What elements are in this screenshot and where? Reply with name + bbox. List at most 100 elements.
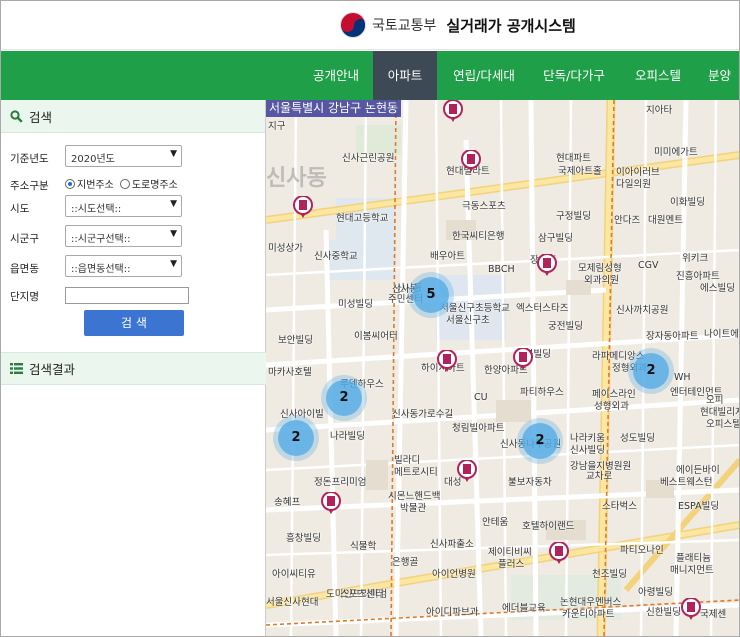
- top-header: 국토교통부 실거래가 공개시스템: [0, 0, 740, 50]
- search-form: 기준년도 2020년도 ▼ 주소구분 지번주소 도로명주소 시도::시도선택:…: [0, 133, 265, 313]
- map-poi-label: CGV: [638, 260, 659, 271]
- map-poi-label: 스포츠센터: [340, 589, 384, 600]
- nav-item-presale[interactable]: 분양: [700, 51, 740, 100]
- apartment-marker-icon[interactable]: [548, 542, 570, 564]
- nav-item-officetel[interactable]: 오피스텔: [620, 51, 696, 100]
- map-poi-label: 정돈프리미엄: [314, 477, 367, 488]
- address-type-radios: 지번주소 도로명주소: [65, 176, 178, 191]
- nav-item-detached[interactable]: 단독/다가구: [530, 51, 618, 100]
- apartment-marker-icon[interactable]: [536, 254, 558, 276]
- map-poi-label: 성도빌딩: [620, 433, 655, 444]
- map-poi-label: 외과의원: [584, 275, 619, 286]
- radio-unchecked-icon: [119, 178, 130, 189]
- chevron-down-icon: ▼: [170, 149, 177, 159]
- district-select[interactable]: ::시군구선택:: ▼: [65, 225, 182, 247]
- chevron-down-icon: ▼: [170, 229, 177, 239]
- map-poi-label: 지아타: [646, 105, 673, 116]
- apartment-marker-icon[interactable]: [460, 150, 482, 172]
- town-select[interactable]: ::읍면동선택:: ▼: [65, 255, 182, 277]
- map-poi-label: 장자동아파트: [646, 331, 699, 342]
- apartment-marker-icon[interactable]: [456, 460, 478, 482]
- transaction-cluster[interactable]: 5: [413, 277, 449, 313]
- map-poi-label: 미미에가트: [654, 147, 698, 158]
- map-poi-label: 에더블교육: [502, 603, 546, 614]
- search-button[interactable]: 검 색: [84, 310, 184, 336]
- map-poi-label: 매니지먼트: [670, 565, 714, 576]
- map-poi-label: 신사파출소: [430, 539, 474, 550]
- city-select-value: ::시도선택::: [71, 204, 122, 215]
- map-poi-label: 에스빌딩: [700, 283, 735, 294]
- map-poi-label: 신사중학교: [314, 251, 358, 262]
- apartment-marker-icon[interactable]: [292, 196, 314, 218]
- complex-name-input[interactable]: [65, 287, 189, 304]
- map-poi-label: 한국씨티은행: [452, 231, 505, 242]
- nav-item-guide[interactable]: 공개안내: [302, 51, 370, 100]
- map-poi-label: 안다즈: [614, 215, 641, 226]
- year-select-value: 2020년도: [71, 154, 115, 165]
- map-poi-label: 아이디파브과: [426, 607, 479, 618]
- year-select[interactable]: 2020년도 ▼: [65, 145, 182, 167]
- search-panel-title: 검색: [29, 109, 53, 125]
- map-poi-label: WH: [674, 372, 691, 383]
- nav-item-multiplex[interactable]: 연립/다세대: [440, 51, 528, 100]
- map-poi-label: 안테움: [482, 517, 509, 528]
- map-poi-label: 아이언병원: [432, 569, 476, 580]
- transaction-cluster[interactable]: 2: [522, 423, 558, 459]
- magnifier-icon: [10, 109, 23, 123]
- map-poi-label: 아이씨티유: [272, 569, 316, 580]
- complex-row: 단지명: [0, 283, 265, 313]
- address-type-row: 주소구분 지번주소 도로명주소: [0, 173, 265, 193]
- map-poi-label: 파티하우스: [520, 387, 564, 398]
- map-poi-label: 국제센: [700, 609, 727, 620]
- apartment-marker-icon[interactable]: [320, 492, 342, 514]
- map-poi-label: 배우아트: [430, 251, 465, 262]
- radio-jibun[interactable]: 지번주소: [65, 176, 114, 191]
- transaction-cluster[interactable]: 2: [326, 380, 362, 416]
- map-poi-label: BBCH: [488, 264, 515, 275]
- map-poi-label: 극동스포츠: [462, 201, 506, 212]
- system-name: 실거래가 공개시스템: [446, 16, 576, 35]
- apartment-marker-icon[interactable]: [680, 598, 702, 620]
- map-poi-label: 현대고등학교: [336, 213, 389, 224]
- district-label: 시군구: [10, 233, 39, 245]
- map-poi-label: 플러스: [498, 559, 525, 570]
- map-poi-label: 구정빌딩: [556, 211, 591, 222]
- map-poi-label: 오피스텔: [706, 419, 740, 430]
- map-poi-label: 미성빌딩: [338, 299, 373, 310]
- map-poi-label: 미성상가: [268, 243, 303, 254]
- map-poi-label: 베스트웨스턴: [660, 477, 713, 488]
- map-poi-label: 박물관: [400, 503, 427, 514]
- town-row: 읍면동 ::읍면동선택:: ▼: [0, 253, 265, 283]
- map-poi-label: 삼구빌딩: [538, 233, 573, 244]
- apartment-marker-icon[interactable]: [442, 100, 464, 122]
- nav-item-apartment[interactable]: 아파트: [373, 51, 437, 100]
- map-poi-label: 식물학: [350, 541, 377, 552]
- apartment-marker-icon[interactable]: [512, 348, 534, 370]
- transaction-cluster[interactable]: 2: [633, 353, 669, 389]
- ministry-name: 국토교통부: [372, 18, 437, 34]
- results-panel-header: 검색결과: [0, 352, 266, 385]
- search-sidebar: 검색 기준년도 2020년도 ▼ 주소구분 지번주소 도로명주소 시도::시도…: [0, 100, 266, 637]
- ministry-logo[interactable]: 국토교통부 실거래가 공개시스템: [340, 10, 576, 40]
- map-poi-label: 아령빌딩: [638, 587, 673, 598]
- map-poi-label: 이봄씨어터: [354, 331, 398, 342]
- radio-checked-icon: [65, 178, 75, 189]
- search-panel-header: 검색: [0, 100, 265, 133]
- transaction-cluster[interactable]: 2: [278, 420, 314, 456]
- radio-road[interactable]: 도로명주소: [119, 176, 178, 191]
- map-poi-label: 흥창빌딩: [286, 533, 321, 544]
- district-select-value: ::시군구선택::: [71, 234, 131, 245]
- map-poi-label: 지구: [268, 121, 286, 132]
- district-watermark: 신사동: [266, 166, 327, 191]
- map-poi-label: 신사근린공원: [342, 153, 395, 164]
- city-select[interactable]: ::시도선택:: ▼: [65, 195, 182, 217]
- district-row: 시군구 ::시군구선택:: ▼: [0, 223, 265, 253]
- map-poi-label: 성형외과: [594, 401, 629, 412]
- map-poi-label: 은행골: [392, 557, 419, 568]
- results-panel-title: 검색결과: [29, 362, 76, 377]
- complex-label: 단지명: [10, 291, 39, 303]
- map-view[interactable]: 신사동 서울특별시 강남구 논현동 지구 신사근린공원 현대파트 국제아트홀 현…: [266, 100, 740, 637]
- map-poi-label: 카운티아파트: [562, 609, 615, 620]
- year-row: 기준년도 2020년도 ▼: [0, 143, 265, 173]
- apartment-marker-icon[interactable]: [436, 350, 458, 372]
